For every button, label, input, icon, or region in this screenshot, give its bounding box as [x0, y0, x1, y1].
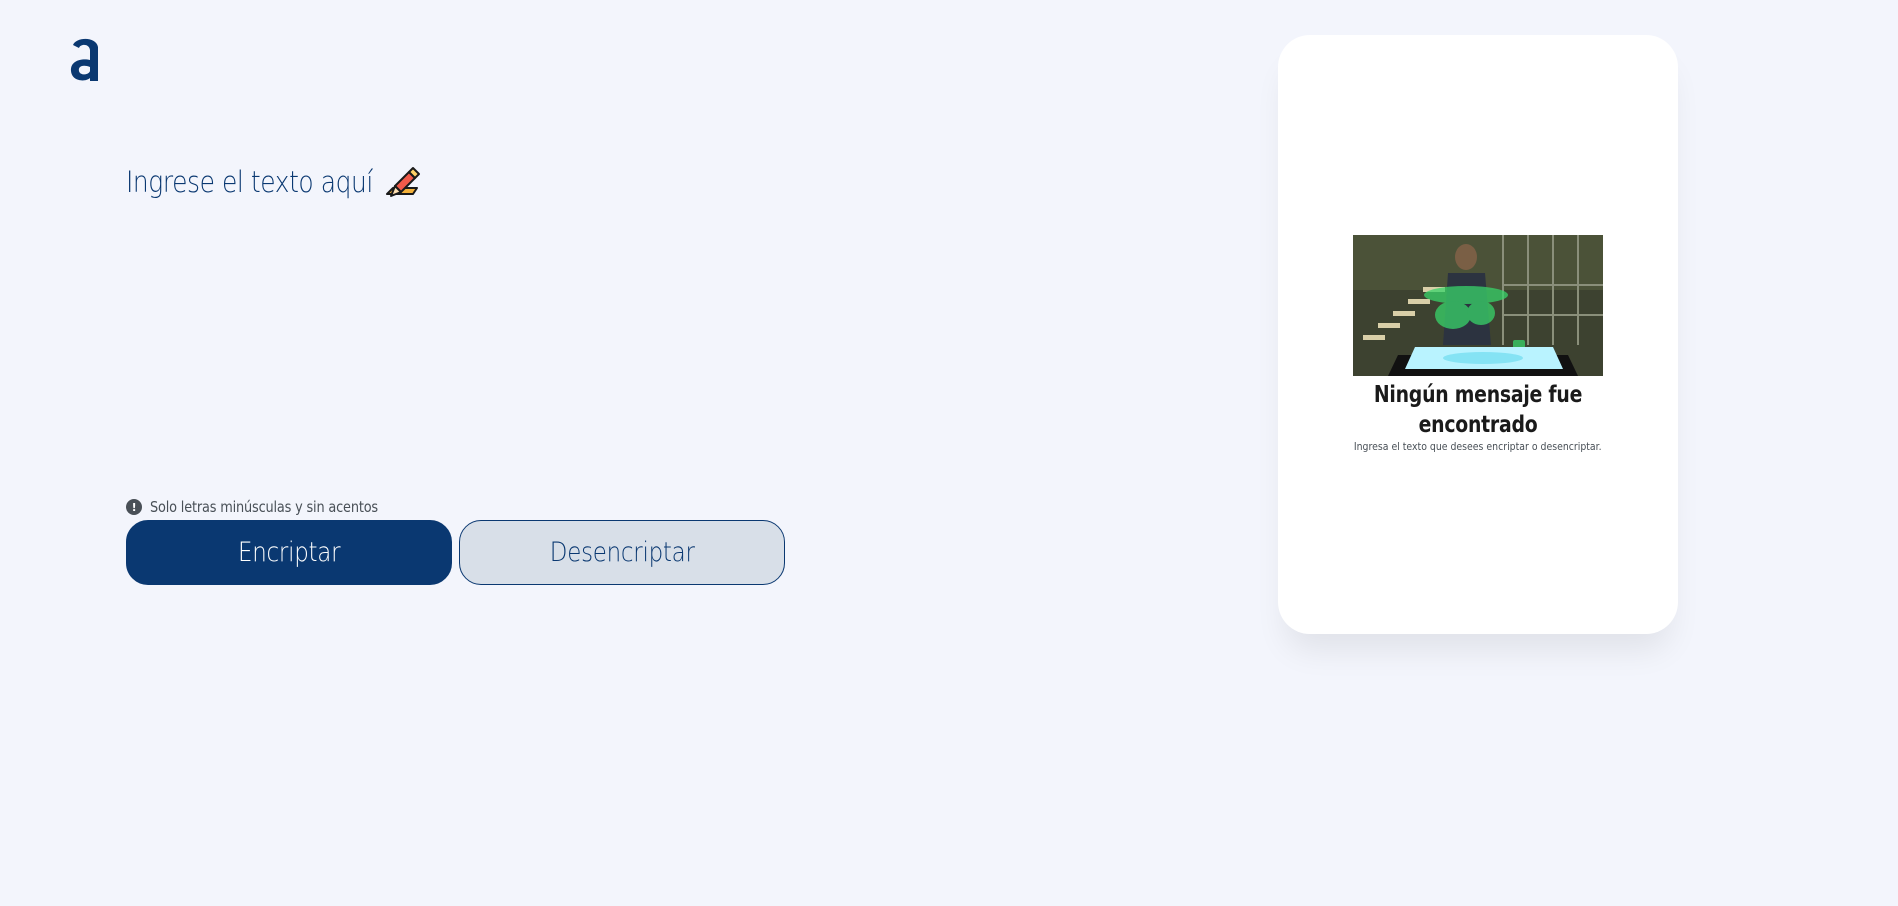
encrypt-button-label: Encriptar [237, 537, 341, 568]
input-placeholder-text: Ingrese el texto aquí [126, 164, 373, 199]
result-subtitle-text: Ingresa el texto que desees encriptar o … [1354, 440, 1602, 453]
encrypt-button[interactable]: Encriptar [126, 520, 452, 585]
pencil-writing-icon [386, 167, 421, 197]
result-subtitle: Ingresa el texto que desees encriptar o … [1318, 440, 1638, 453]
text-input-area[interactable]: Ingrese el texto aquí [126, 164, 796, 484]
result-title: Ningún mensaje fue encontrado [1338, 380, 1618, 440]
alura-logo-icon[interactable] [68, 33, 104, 85]
result-title-text: Ningún mensaje fue encontrado [1373, 382, 1583, 438]
input-hint: ! Solo letras minúsculas y sin acentos [126, 498, 415, 516]
decrypt-button[interactable]: Desencriptar [459, 520, 785, 585]
hint-text: Solo letras minúsculas y sin acentos [150, 498, 378, 516]
result-card: Ningún mensaje fue encontrado Ingresa el… [1278, 35, 1678, 634]
input-placeholder[interactable]: Ingrese el texto aquí [126, 164, 796, 200]
decrypt-button-label: Desencriptar [549, 537, 695, 568]
hologram-person-image [1353, 235, 1603, 376]
info-icon: ! [126, 499, 142, 515]
page: Ingrese el texto aquí ! Solo letras minú… [0, 0, 1898, 906]
